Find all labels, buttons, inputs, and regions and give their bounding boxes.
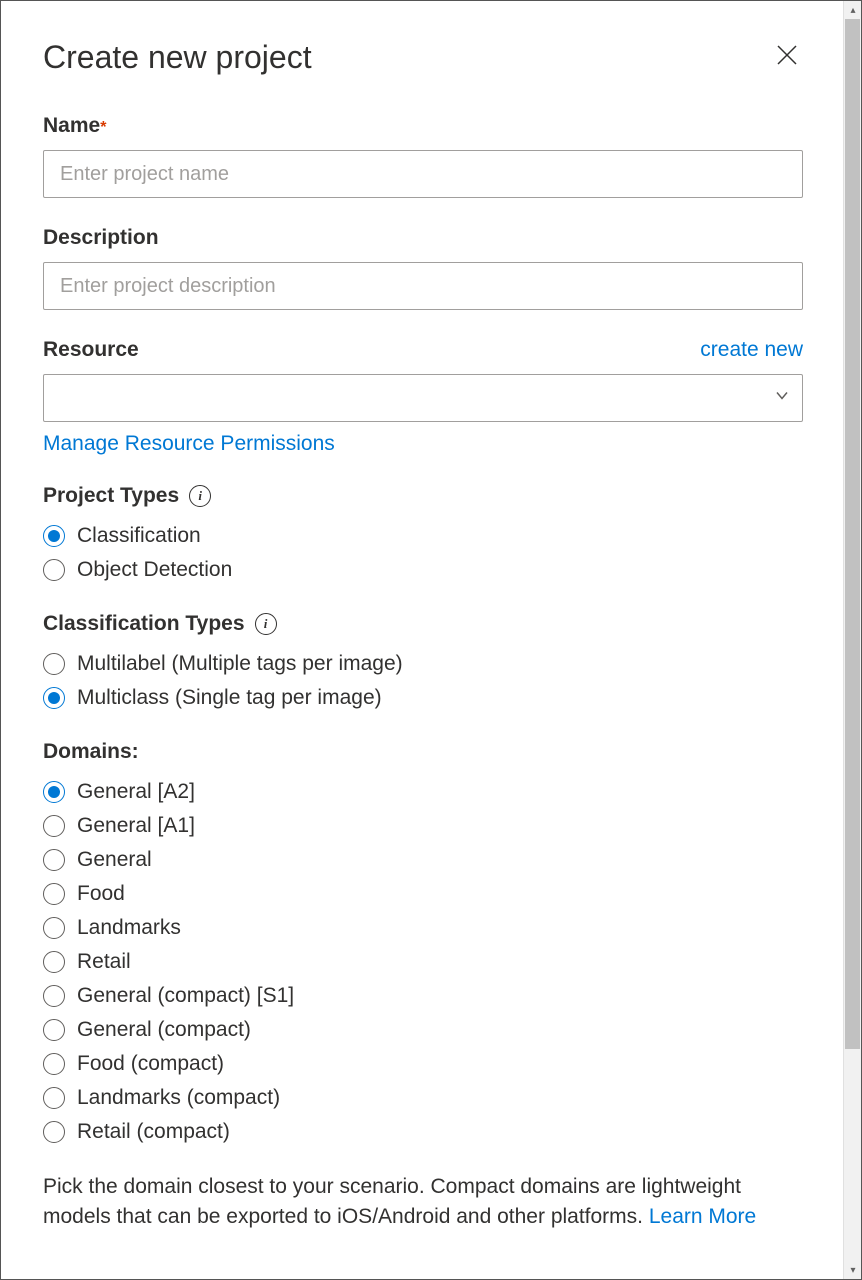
- radio-label: General (compact): [77, 1018, 251, 1042]
- create-new-resource-link[interactable]: create new: [700, 338, 803, 362]
- radio-label: Landmarks: [77, 916, 181, 940]
- required-indicator: *: [100, 119, 106, 136]
- radio-label: General [A1]: [77, 814, 195, 838]
- info-icon[interactable]: i: [189, 485, 211, 507]
- radio-button[interactable]: [43, 687, 65, 709]
- resource-select[interactable]: [43, 374, 803, 422]
- radio-label: Classification: [77, 524, 201, 548]
- info-icon[interactable]: i: [255, 613, 277, 635]
- radio-button[interactable]: [43, 849, 65, 871]
- radio-label: General: [77, 848, 152, 872]
- name-label: Name: [43, 114, 100, 137]
- domain-option[interactable]: General [A2]: [43, 780, 803, 804]
- radio-button[interactable]: [43, 781, 65, 803]
- project-types-title: Project Types: [43, 484, 179, 508]
- domain-option[interactable]: Retail (compact): [43, 1120, 803, 1144]
- domain-option[interactable]: Landmarks (compact): [43, 1086, 803, 1110]
- project-types-list: Classification Object Detection: [43, 524, 803, 582]
- domain-option[interactable]: Retail: [43, 950, 803, 974]
- classification-types-title: Classification Types: [43, 612, 245, 636]
- domain-option[interactable]: Food: [43, 882, 803, 906]
- domains-help-text: Pick the domain closest to your scenario…: [43, 1172, 803, 1233]
- domain-option[interactable]: Food (compact): [43, 1052, 803, 1076]
- radio-label: Multiclass (Single tag per image): [77, 686, 382, 710]
- project-type-option[interactable]: Classification: [43, 524, 803, 548]
- name-field-group: Name*: [43, 114, 803, 198]
- close-icon: [775, 54, 799, 71]
- radio-label: Food: [77, 882, 125, 906]
- radio-dot-icon: [48, 530, 60, 542]
- classification-type-option[interactable]: Multiclass (Single tag per image): [43, 686, 803, 710]
- manage-permissions-link[interactable]: Manage Resource Permissions: [43, 432, 335, 456]
- radio-dot-icon: [48, 692, 60, 704]
- scrollbar-track[interactable]: ▴ ▾: [843, 1, 861, 1279]
- project-types-section: Project Types i Classification Object Det…: [43, 484, 803, 582]
- domain-option[interactable]: General: [43, 848, 803, 872]
- radio-label: General [A2]: [77, 780, 195, 804]
- dialog-title: Create new project: [43, 39, 312, 76]
- domain-option[interactable]: General (compact): [43, 1018, 803, 1042]
- description-field-group: Description: [43, 226, 803, 310]
- domain-option[interactable]: General (compact) [S1]: [43, 984, 803, 1008]
- radio-button[interactable]: [43, 1019, 65, 1041]
- radio-button[interactable]: [43, 1121, 65, 1143]
- domain-option[interactable]: Landmarks: [43, 916, 803, 940]
- resource-field-group: Resource create new Manage Resource Perm…: [43, 338, 803, 456]
- classification-types-list: Multilabel (Multiple tags per image) Mult…: [43, 652, 803, 710]
- radio-button[interactable]: [43, 815, 65, 837]
- radio-button[interactable]: [43, 985, 65, 1007]
- learn-more-link[interactable]: Learn More: [649, 1205, 756, 1228]
- radio-label: Food (compact): [77, 1052, 224, 1076]
- classification-types-section: Classification Types i Multilabel (Multi…: [43, 612, 803, 710]
- classification-type-option[interactable]: Multilabel (Multiple tags per image): [43, 652, 803, 676]
- domains-section: Domains: General [A2]General [A1]General…: [43, 740, 803, 1233]
- radio-button[interactable]: [43, 883, 65, 905]
- resource-label: Resource: [43, 338, 139, 362]
- radio-label: Retail: [77, 950, 131, 974]
- domains-title: Domains:: [43, 740, 139, 764]
- radio-button[interactable]: [43, 559, 65, 581]
- dialog-window: Create new project Name* Description: [0, 0, 862, 1280]
- radio-label: General (compact) [S1]: [77, 984, 294, 1008]
- radio-button[interactable]: [43, 951, 65, 973]
- domains-list: General [A2] General [A1] General Food Landm…: [43, 780, 803, 1144]
- radio-button[interactable]: [43, 1053, 65, 1075]
- description-label: Description: [43, 226, 159, 250]
- radio-label: Landmarks (compact): [77, 1086, 280, 1110]
- scroll-down-button[interactable]: ▾: [844, 1261, 862, 1279]
- close-button[interactable]: [771, 39, 803, 76]
- scroll-up-button[interactable]: ▴: [844, 1, 862, 19]
- dialog-header: Create new project: [43, 39, 803, 76]
- description-input[interactable]: [43, 262, 803, 310]
- radio-button[interactable]: [43, 1087, 65, 1109]
- domain-option[interactable]: General [A1]: [43, 814, 803, 838]
- radio-button[interactable]: [43, 653, 65, 675]
- radio-button[interactable]: [43, 917, 65, 939]
- help-text-body: Pick the domain closest to your scenario…: [43, 1175, 741, 1228]
- radio-label: Multilabel (Multiple tags per image): [77, 652, 403, 676]
- dialog-content: Create new project Name* Description: [1, 1, 843, 1279]
- name-input[interactable]: [43, 150, 803, 198]
- radio-dot-icon: [48, 786, 60, 798]
- radio-label: Retail (compact): [77, 1120, 230, 1144]
- scrollbar-thumb[interactable]: [845, 19, 860, 1049]
- radio-button[interactable]: [43, 525, 65, 547]
- project-type-option[interactable]: Object Detection: [43, 558, 803, 582]
- radio-label: Object Detection: [77, 558, 232, 582]
